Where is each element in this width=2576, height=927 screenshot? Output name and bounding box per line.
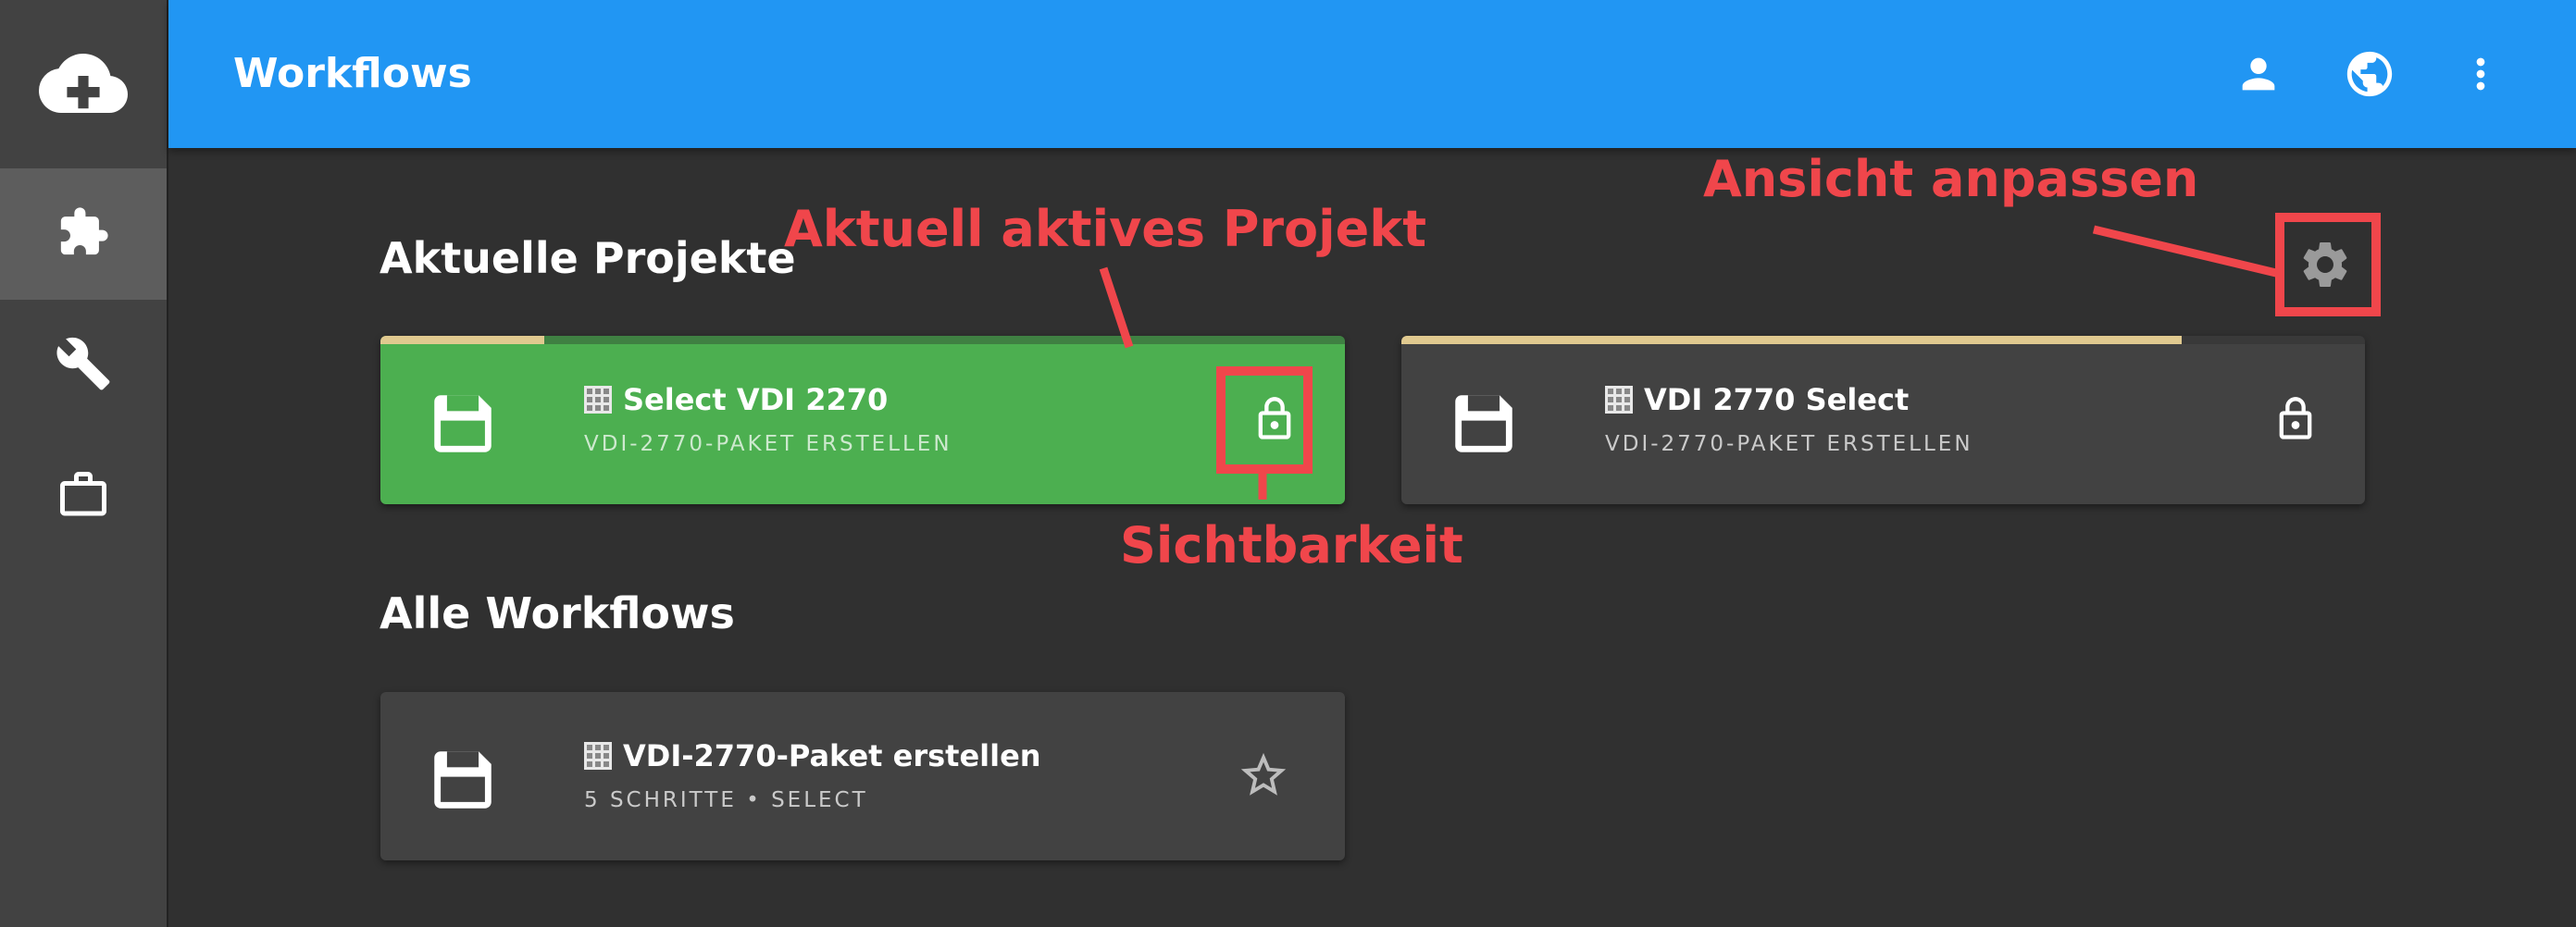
annotation-visibility: Sichtbarkeit (1120, 516, 1463, 575)
annotation-box-visibility (1216, 366, 1313, 474)
annotation-box-settings (2275, 213, 2381, 316)
annotation-active-project: Aktuell aktives Projekt (784, 200, 1427, 258)
annotation-customize-view: Ansicht anpassen (1703, 150, 2199, 208)
